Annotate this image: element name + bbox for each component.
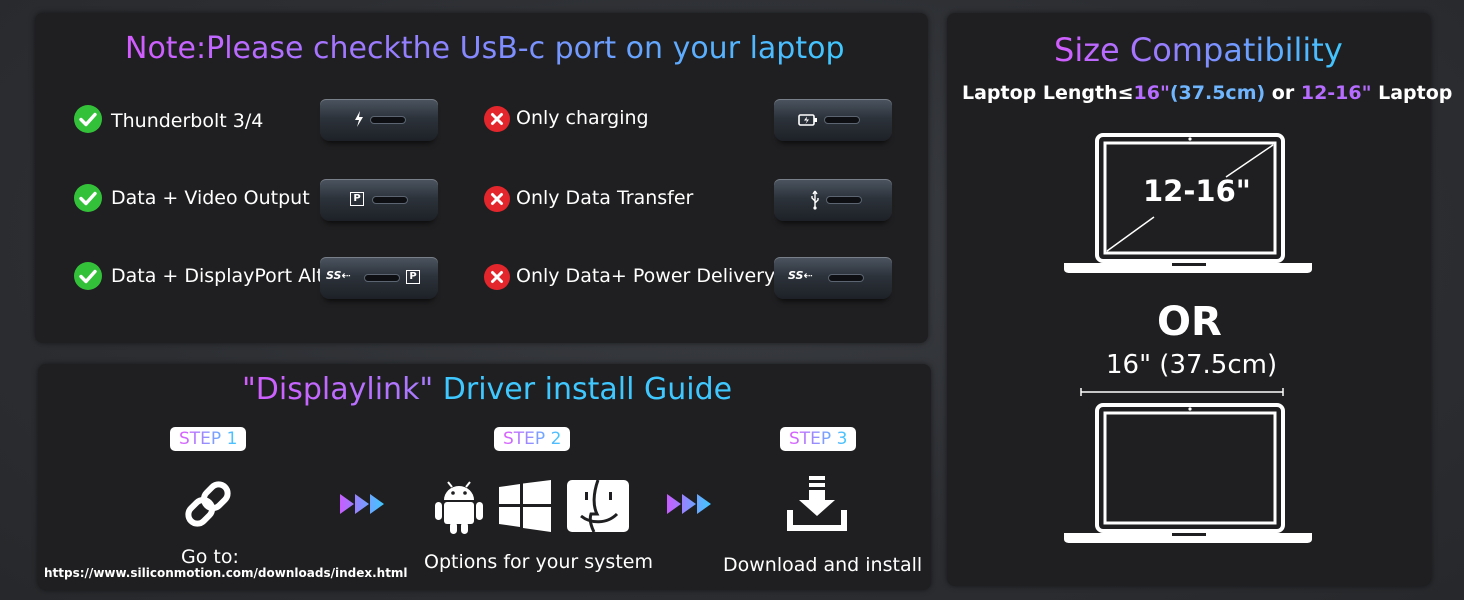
unsupported-label-data-pd: Only Data+ Power Delivery [516, 265, 776, 287]
laptop1-size-label: 12-16" [1143, 174, 1251, 208]
battery-charging-icon [798, 112, 818, 131]
size-title: Size Compatibility [1054, 31, 1343, 69]
cross-icon [484, 264, 510, 290]
width-dimension-line [1080, 383, 1284, 402]
unsupported-label-data-transfer: Only Data Transfer [516, 187, 694, 209]
displayport-icon: P [406, 270, 420, 284]
ss-usb-port-image: SS⇠ [774, 257, 892, 305]
or-label: OR [1157, 299, 1222, 345]
check-icon [74, 105, 102, 133]
triple-arrow-icon [665, 492, 715, 520]
guide-title-rest: Driver install Guide [433, 372, 733, 407]
displayport-port-image: P [320, 179, 438, 227]
windows-icon [499, 480, 551, 536]
guide-title: "Displaylink" Driver install Guide [242, 372, 732, 407]
supported-label-data-displayport: Data + DisplayPort Alt [111, 265, 324, 287]
cross-icon [484, 106, 510, 132]
laptop-width-illustration [1062, 403, 1314, 551]
triple-arrow-icon [338, 492, 388, 520]
driver-install-guide-panel: "Displaylink" Driver install Guide STEP … [38, 364, 931, 590]
ss-usb-icon: SS⇠ [326, 269, 351, 282]
step-1-pill: STEP 1 [170, 427, 247, 451]
check-icon [74, 184, 102, 212]
thunderbolt-port-image [320, 99, 438, 147]
usb-port-note-panel: Note:Please checkthe UsB-c port on your … [35, 13, 928, 343]
check-icon [74, 262, 102, 290]
step-2-pill: STEP 2 [494, 427, 571, 451]
supported-label-data-video: Data + Video Output [111, 187, 310, 209]
charging-port-image [774, 99, 892, 147]
usb-icon [810, 190, 820, 214]
step-3-caption: Download and install [723, 554, 923, 576]
thunderbolt-icon [354, 111, 364, 130]
displayport-icon: P [350, 192, 364, 206]
usb-port-image [774, 179, 892, 227]
step-2-caption: Options for your system [424, 551, 653, 573]
step-3-pill: STEP 3 [780, 427, 857, 451]
cross-icon [484, 186, 510, 212]
guide-title-quoted: "Displaylink" [242, 372, 434, 407]
download-icon [787, 476, 847, 536]
driver-download-url[interactable]: https://www.siliconmotion.com/downloads/… [44, 566, 408, 580]
size-subtitle: Laptop Length≤16"(37.5cm) or 12-16" Lapt… [962, 82, 1453, 104]
laptop2-size-label: 16" (37.5cm) [1106, 350, 1278, 380]
link-icon [181, 478, 235, 534]
ss-usb-icon: SS⇠ [788, 269, 813, 282]
ss-usb-displayport-port-image: SS⇠ P [320, 257, 438, 305]
android-icon [434, 478, 484, 538]
mac-finder-icon [567, 479, 629, 536]
supported-label-thunderbolt: Thunderbolt 3/4 [111, 110, 264, 132]
step-1-caption: Go to: [181, 546, 239, 568]
size-compatibility-panel: Size Compatibility Laptop Length≤16"(37.… [947, 13, 1452, 586]
port-note-title: Note:Please checkthe UsB-c port on your … [125, 31, 845, 66]
unsupported-label-charging: Only charging [516, 107, 649, 129]
